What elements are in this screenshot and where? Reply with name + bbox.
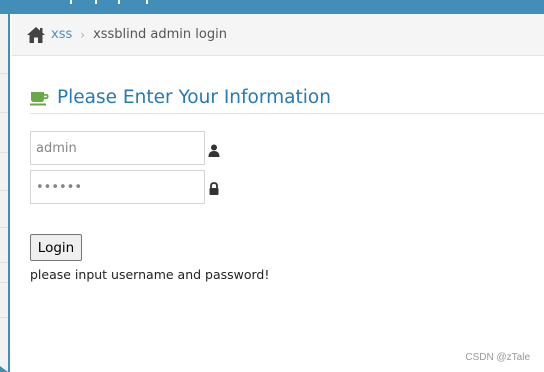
lock-icon [208, 180, 220, 195]
page-title: Please Enter Your Information [57, 87, 331, 108]
sidebar-divider [0, 190, 8, 191]
breadcrumb-separator: › [80, 27, 86, 42]
breadcrumb: xss › xssblind admin login [12, 14, 544, 56]
navbar-fragment [95, 0, 97, 4]
breadcrumb-link-xss[interactable]: xss [51, 27, 72, 42]
breadcrumb-current: xssblind admin login [93, 27, 227, 42]
login-button[interactable]: Login [30, 234, 82, 261]
coffee-cup-icon [30, 90, 50, 106]
sidebar-divider [0, 282, 8, 283]
user-icon [208, 142, 220, 157]
sidebar-divider [0, 227, 8, 228]
navbar-fragment [146, 0, 148, 4]
username-input[interactable] [30, 131, 205, 165]
sidebar-divider [0, 262, 8, 263]
navbar-fragment [70, 0, 72, 4]
sidebar-divider [0, 317, 8, 318]
sidebar-divider [0, 73, 8, 74]
sidebar-collapse-toggle[interactable] [0, 366, 8, 372]
home-icon[interactable] [26, 26, 46, 44]
password-input[interactable] [30, 170, 205, 204]
navbar-fragment [118, 0, 120, 4]
top-navbar [0, 0, 544, 14]
status-message: please input username and password! [30, 267, 270, 282]
page-header: Please Enter Your Information [30, 82, 544, 114]
sidebar [0, 14, 10, 372]
sidebar-divider [0, 112, 8, 113]
watermark: CSDN @zTale [465, 352, 530, 363]
sidebar-divider [0, 152, 8, 153]
